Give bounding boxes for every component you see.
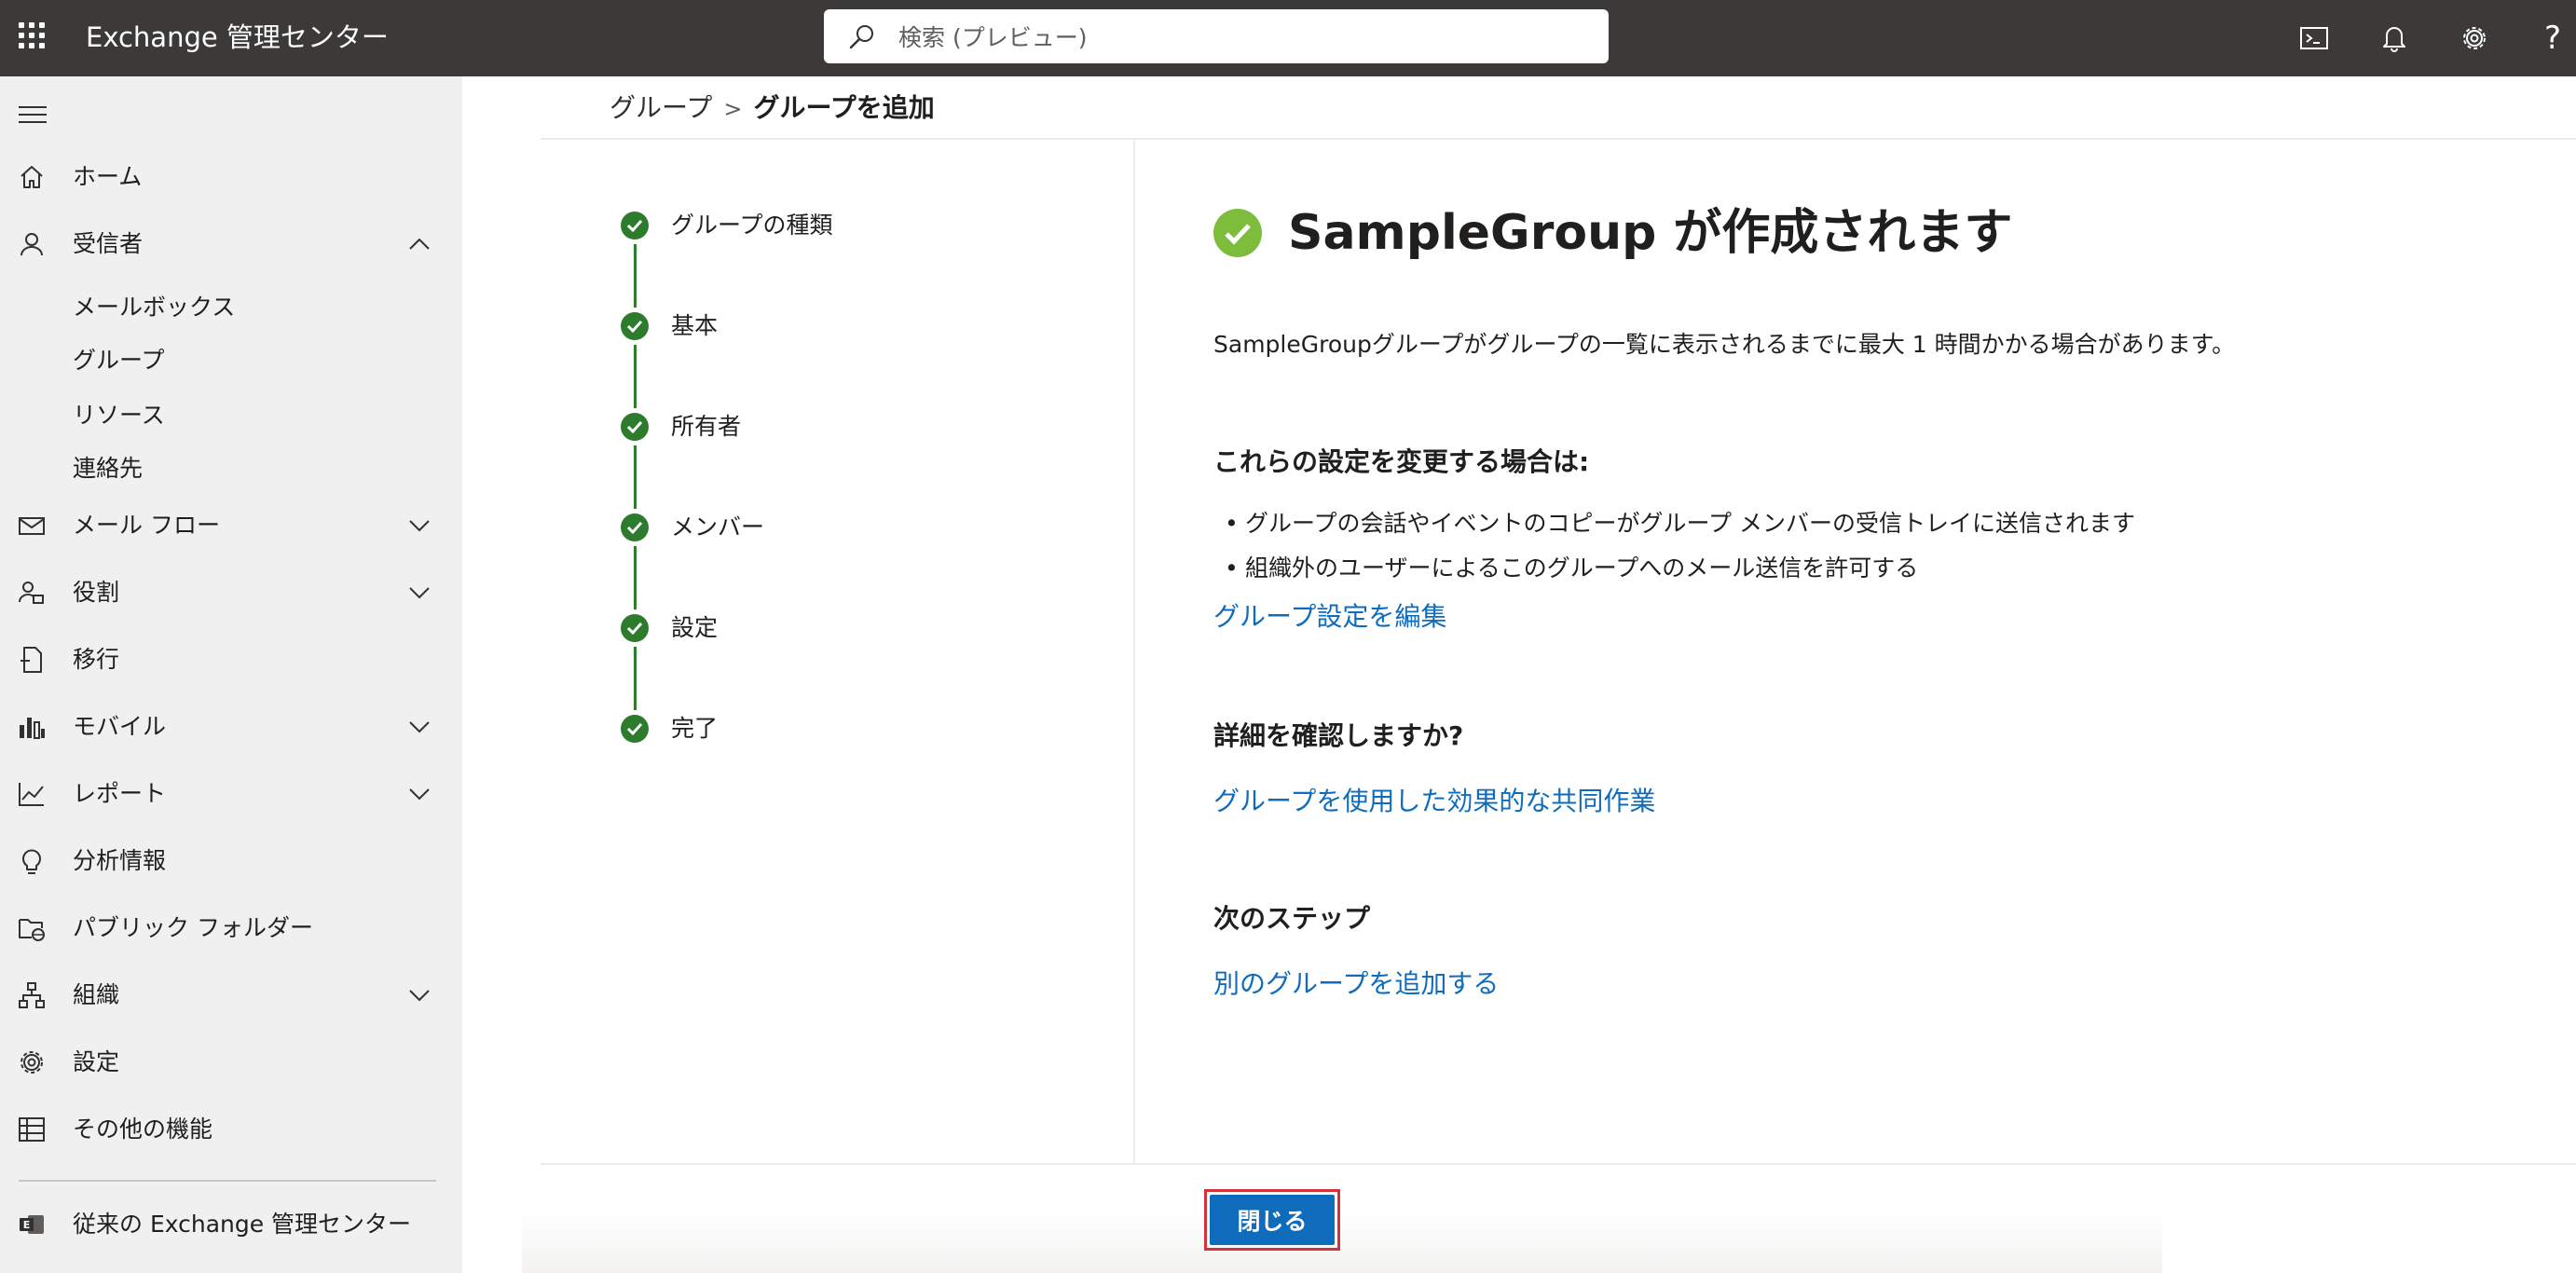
breadcrumb: グループ > グループを追加 [610,89,935,127]
gear-icon[interactable] [2455,19,2494,58]
checkmark-icon [621,212,649,240]
creation-notice: SampleGroupグループがグループの一覧に表示されるまでに最大 1 時間か… [1213,331,2236,358]
sidebar-subitem-mailboxes[interactable]: メールボックス [0,283,462,332]
sidebar-item-mail-flow[interactable]: メール フロー [0,498,462,554]
role-icon [18,582,44,604]
close-button[interactable]: 閉じる [1210,1195,1335,1245]
checkmark-icon [621,413,649,441]
add-another-group-link[interactable]: 別のグループを追加する [1213,965,1499,1003]
settings-bullet-item: グループの会話やイベントのコピーがグループ メンバーの受信トレイに送信されます [1225,507,2135,541]
header-divider [541,138,2576,140]
checkmark-icon [621,312,649,340]
sidebar-item-mobile[interactable]: モバイル [0,699,462,755]
sidebar-item-roles[interactable]: 役割 [0,565,462,621]
home-icon [21,166,43,188]
sidebar-item-recipients[interactable]: 受信者 [0,216,462,272]
sidebar-item-home[interactable]: ホーム [0,149,462,205]
step-connector [634,546,637,609]
search-icon [849,25,873,49]
app-title[interactable]: Exchange 管理センター [86,19,389,56]
cloud-shell-icon[interactable] [2295,19,2334,58]
step-connector [634,244,637,308]
sidebar-item-insights[interactable]: 分析情報 [0,833,462,889]
person-icon [21,233,43,256]
help-icon[interactable]: ? [2533,19,2572,58]
sidebar-item-settings[interactable]: 設定 [0,1034,462,1090]
exchange-logo-icon: E [20,1215,44,1234]
chevron-down-icon [409,990,430,1002]
edit-group-settings-link[interactable]: グループ設定を編集 [1213,598,1446,636]
sidebar-subitem-contacts[interactable]: 連絡先 [0,445,462,493]
footer-divider [541,1163,2576,1165]
lightbulb-icon [22,849,41,874]
stepper-divider [1133,140,1135,1163]
checkmark-icon [621,614,649,642]
chevron-down-icon [409,721,430,733]
sidebar-subitem-resources[interactable]: リソース [0,391,462,440]
sidebar-item-migration[interactable]: 移行 [0,632,462,688]
breadcrumb-parent[interactable]: グループ [610,92,712,123]
top-bar: Exchange 管理センター ? [0,0,2576,76]
breadcrumb-current: グループを追加 [753,92,935,123]
learn-more-heading: 詳細を確認しますか? [1213,720,1464,751]
settings-bullet-item: 組織外のユーザーによるこのグループへのメール送信を許可する [1225,552,1918,585]
step-connector [634,445,637,509]
mail-icon [19,517,45,535]
sidebar-item-other-features[interactable]: その他の機能 [0,1102,462,1157]
sidebar-item-classic-eac[interactable]: E 従来の Exchange 管理センター [0,1197,462,1252]
collaborate-with-groups-link[interactable]: グループを使用した効果的な共同作業 [1213,783,1655,820]
sidebar-item-reports[interactable]: レポート [0,766,462,822]
page-title: SampleGroup が作成されます [1288,205,2013,261]
next-steps-heading: 次のステップ [1213,903,1371,934]
chevron-down-icon [409,520,430,532]
gear-icon [21,1051,43,1074]
hamburger-menu-icon[interactable] [19,101,48,130]
migration-icon [21,647,42,673]
table-icon [19,1117,45,1142]
sidebar-divider [19,1180,436,1182]
svg-text:E: E [23,1219,31,1231]
search-box[interactable] [824,9,1609,63]
chevron-down-icon [409,788,430,801]
sidebar-subitem-groups[interactable]: グループ [0,336,462,385]
sidebar: ホーム 受信者 メールボックス グループ リソース 連絡先 メール フロー 役割… [0,76,462,1273]
public-folder-icon [19,919,45,941]
step-connector [634,345,637,408]
bell-icon[interactable] [2375,19,2414,58]
footer-shadow [522,1211,2162,1273]
breadcrumb-chevron-icon: > [723,96,743,122]
checkmark-icon [621,513,649,541]
change-settings-heading: これらの設定を変更する場合は: [1213,446,1590,477]
success-check-icon [1213,209,1262,257]
chevron-down-icon [409,587,430,599]
sidebar-item-organization[interactable]: 組織 [0,967,462,1023]
mobile-icon [20,718,45,739]
step-connector [634,647,637,710]
report-icon [19,783,44,806]
organization-icon [19,982,45,1008]
sidebar-item-public-folders[interactable]: パブリック フォルダー [0,900,462,956]
search-input[interactable] [897,17,1590,58]
app-launcher-icon[interactable] [17,21,47,50]
chevron-up-icon [409,238,430,250]
checkmark-icon [621,715,649,743]
